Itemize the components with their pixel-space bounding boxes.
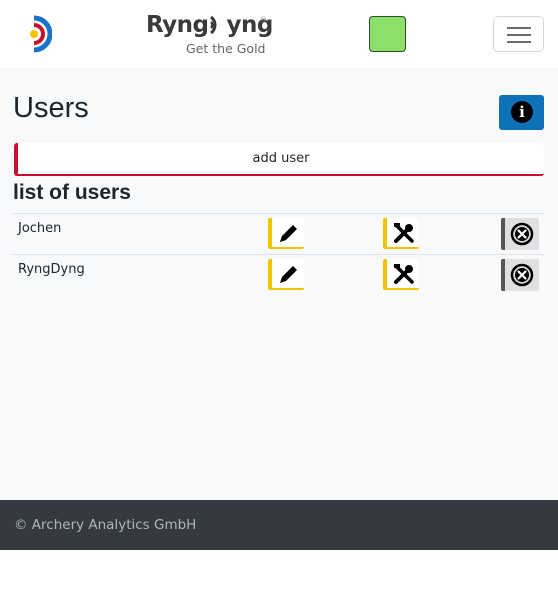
close-circle-icon <box>510 222 534 246</box>
delete-user-button[interactable] <box>501 218 539 250</box>
tools-icon <box>394 264 414 284</box>
hamburger-icon <box>507 27 531 29</box>
tools-icon <box>394 223 414 243</box>
user-name: Jochen <box>18 221 62 236</box>
page-title: Users <box>13 92 89 124</box>
footer: © Archery Analytics GmbH <box>0 500 558 550</box>
user-tools-button[interactable] <box>383 218 419 249</box>
table-row: RyngDyng <box>13 254 544 295</box>
close-circle-icon <box>510 263 534 287</box>
target-logo-icon[interactable] <box>26 14 53 54</box>
add-user-button[interactable]: add user <box>14 143 544 176</box>
hamburger-icon <box>507 34 531 36</box>
add-user-label: add user <box>252 151 310 166</box>
menu-toggle-button[interactable] <box>493 16 544 52</box>
brand-logo[interactable]: Ryng yng ® Get the Gold <box>146 12 273 58</box>
main-content: Users i add user list of users Jochen Ry… <box>0 68 558 500</box>
list-title: list of users <box>13 181 131 204</box>
pencil-icon <box>280 225 297 242</box>
navbar: Ryng yng ® Get the Gold <box>0 0 558 68</box>
registered-mark: ® <box>260 16 267 24</box>
info-button[interactable]: i <box>499 95 544 130</box>
brand-tagline: Get the Gold <box>186 41 266 56</box>
table-row: Jochen <box>13 213 544 254</box>
delete-user-button[interactable] <box>501 259 539 291</box>
edit-user-button[interactable] <box>268 218 304 249</box>
pencil-icon <box>280 266 297 283</box>
footer-copyright: © Archery Analytics GmbH <box>14 517 197 533</box>
status-indicator[interactable] <box>369 16 406 52</box>
hamburger-icon <box>507 41 531 43</box>
page-bottom <box>0 550 558 603</box>
info-icon: i <box>511 101 533 123</box>
user-tools-button[interactable] <box>383 259 419 290</box>
brand-name: Ryng yng <box>146 12 273 38</box>
user-name: RyngDyng <box>18 262 85 277</box>
edit-user-button[interactable] <box>268 259 304 290</box>
